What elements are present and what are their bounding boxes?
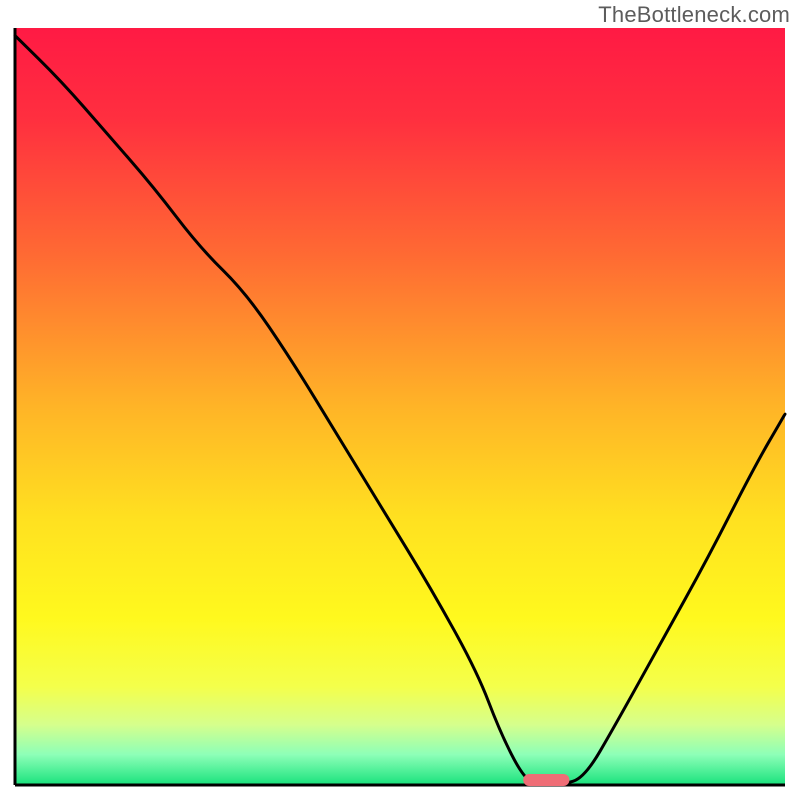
gradient-background (15, 28, 785, 785)
watermark-label: TheBottleneck.com (598, 2, 790, 28)
bottleneck-chart (0, 0, 800, 800)
chart-stage: TheBottleneck.com (0, 0, 800, 800)
optimal-marker (523, 774, 569, 786)
